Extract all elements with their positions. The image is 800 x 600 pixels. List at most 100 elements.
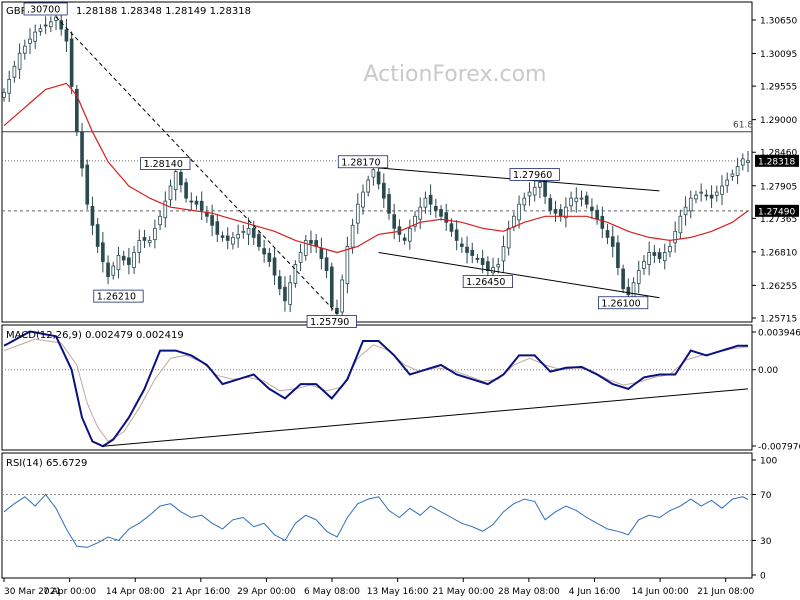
candle-body: [69, 38, 74, 87]
candle-body: [626, 286, 631, 296]
candle-body: [319, 248, 324, 259]
candle-body: [506, 227, 511, 249]
price-axis-label: 1.30095: [760, 50, 797, 60]
candle-body: [231, 236, 235, 245]
candle-body: [720, 185, 724, 195]
candle-body: [387, 194, 391, 214]
price-axis-label: 1.25715: [760, 315, 797, 325]
candle-body: [652, 252, 657, 256]
candle-body: [111, 265, 116, 276]
candle-body: [407, 227, 412, 242]
candle-body: [673, 230, 677, 244]
candle-body: [486, 261, 490, 271]
rsi-title: RSI(14) 65.6729: [6, 458, 87, 469]
ohlc-label: 1.28188 1.28348 1.28149 1.28318: [76, 6, 251, 17]
candle-body: [2, 92, 6, 98]
candle-body: [600, 215, 605, 229]
candle-body: [746, 160, 750, 163]
candle-body: [454, 229, 459, 241]
candle-body: [241, 230, 246, 233]
x-axis-label: 14 Apr 08:00: [106, 587, 165, 597]
candle-body: [64, 29, 69, 42]
candle-body: [714, 191, 719, 196]
candle-body: [132, 252, 136, 268]
candle-body: [101, 242, 105, 262]
candle-body: [366, 179, 371, 193]
candle-body: [293, 264, 298, 284]
candle-body: [106, 262, 110, 278]
candle-body: [184, 182, 188, 199]
candle-body: [225, 235, 230, 241]
candle-body: [579, 197, 584, 200]
candle-body: [194, 200, 199, 205]
candle-body: [80, 131, 84, 169]
candle-body: [163, 200, 168, 219]
candle-body: [678, 215, 683, 234]
candle-body: [491, 267, 495, 274]
candle-body: [90, 205, 95, 226]
candle-body: [127, 257, 131, 265]
candle-body: [7, 78, 12, 94]
x-axis-label: 21 Jun 08:00: [697, 587, 754, 597]
candle-body: [418, 206, 423, 220]
candle-body: [376, 171, 381, 185]
candle-body: [740, 158, 745, 166]
price-axis-label: 1.26810: [760, 248, 797, 258]
candle-body: [475, 257, 480, 260]
x-axis-label: 7 Apr 00:00: [43, 587, 96, 597]
candle-body: [142, 237, 147, 241]
price-annotation-label: 1.28140: [144, 159, 183, 170]
candle-body: [610, 236, 615, 247]
candle-body: [355, 203, 360, 224]
macd-title: MACD(12,26,9) 0.002479 0.002419: [6, 330, 184, 341]
candle-body: [173, 171, 178, 191]
macd-axis-label: 0.003946: [758, 329, 800, 339]
chart-canvas: ActionForex.com GBPCHF,H4 1.28188 1.2834…: [0, 0, 800, 600]
candle-body: [350, 224, 355, 248]
rsi-axis-label: 0: [760, 572, 766, 582]
candle-body: [683, 206, 688, 216]
candle-body: [631, 282, 636, 299]
candle-body: [688, 197, 693, 212]
price-axis-label: 1.27905: [760, 182, 797, 192]
candle-body: [153, 227, 157, 241]
candle-body: [428, 194, 433, 205]
candle-body: [501, 246, 506, 262]
candle-body: [324, 257, 329, 271]
x-axis-label: 21 Apr 16:00: [171, 587, 230, 597]
candle-body: [95, 224, 100, 247]
candle-body: [309, 240, 313, 244]
candle-body: [116, 255, 121, 271]
candle-body: [538, 182, 542, 188]
candle-body: [267, 252, 272, 262]
candle-body: [361, 191, 365, 208]
price-axis-label: 1.30650: [760, 17, 797, 27]
candle-body: [340, 279, 345, 313]
candle-body: [558, 209, 563, 217]
candle-body: [158, 215, 162, 226]
candle-body: [251, 227, 256, 238]
candle-body: [49, 21, 53, 28]
watermark-text: ActionForex.com: [364, 62, 547, 87]
rsi-axis-label: 30: [760, 537, 772, 547]
candle-body: [392, 214, 397, 229]
candle-body: [434, 205, 438, 211]
candle-body: [662, 252, 667, 262]
x-axis-label: 21 May 00:00: [432, 587, 494, 597]
price-annotation-label: 1.26100: [601, 298, 640, 309]
rsi-axis-label: 70: [760, 491, 772, 501]
candle-body: [236, 233, 240, 239]
candle-body: [12, 65, 17, 78]
price-annotation-label: 1.26210: [97, 292, 136, 303]
candle-body: [730, 173, 735, 177]
candle-body: [496, 264, 501, 268]
candle-body: [470, 249, 475, 256]
price-axis-label: 1.26255: [760, 282, 797, 292]
candle-body: [283, 286, 287, 302]
rsi-axis-label: 100: [760, 457, 777, 467]
chart-window: ActionForex.com GBPCHF,H4 1.28188 1.2834…: [0, 0, 800, 600]
candle-body: [137, 240, 142, 253]
candle-body: [647, 252, 651, 265]
candle-body: [704, 194, 709, 197]
candle-body: [121, 255, 126, 261]
